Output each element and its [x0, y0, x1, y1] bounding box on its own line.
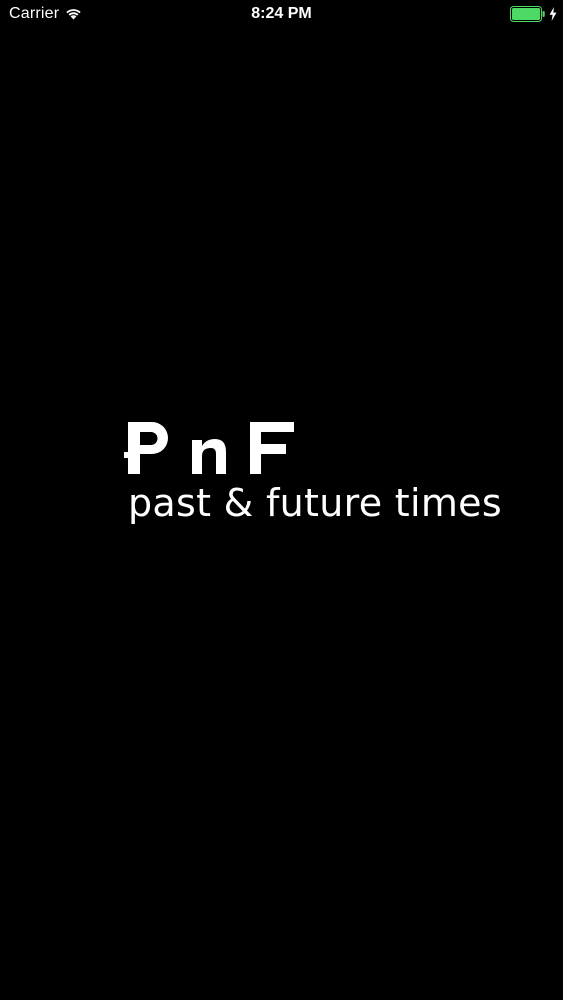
pnf-logo-mark: [124, 422, 294, 474]
status-time: 8:24 PM: [251, 5, 312, 22]
bolt-icon: [549, 7, 557, 21]
status-right: [510, 6, 557, 22]
battery-icon: [510, 6, 546, 22]
splash-logo: past & future times: [124, 416, 504, 536]
tagline: past & future times: [128, 481, 502, 525]
status-bar: Carrier 8:24 PM: [0, 0, 563, 30]
